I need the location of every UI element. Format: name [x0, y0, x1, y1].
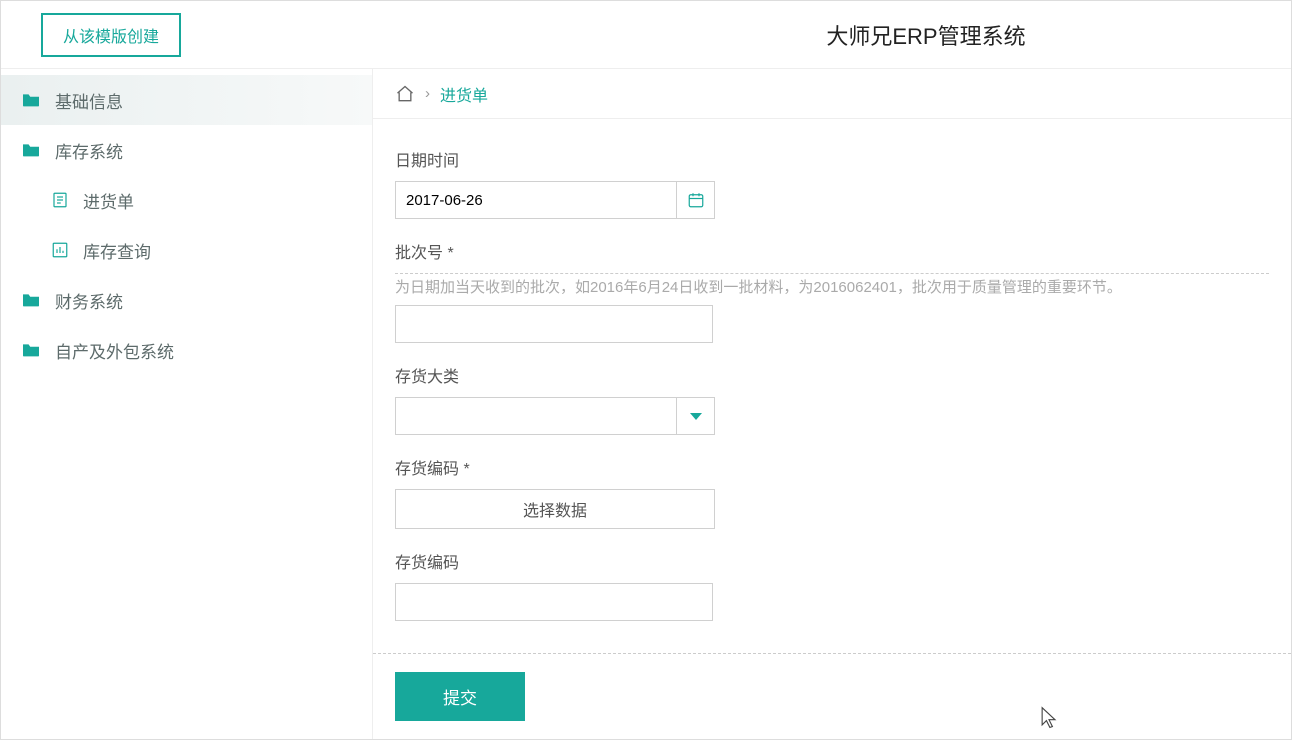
sidebar-item-label: 基础信息 [55, 88, 123, 113]
form-area: 日期时间 批次号 * 为日期加当天收到的批次，如2016年6月24日收到一批材料… [373, 119, 1291, 653]
chart-icon [51, 241, 69, 259]
sidebar-item-label: 库存系统 [55, 138, 123, 163]
sidebar-item-production-outsourcing[interactable]: 自产及外包系统 [1, 325, 372, 375]
sidebar-item-basic-info[interactable]: 基础信息 [1, 75, 372, 125]
create-from-template-button[interactable]: 从该模版创建 [41, 13, 181, 57]
sidebar: 基础信息 库存系统 进货单 库存查询 财务系统 自产及外包系统 [1, 69, 373, 739]
inventory-code2-label: 存货编码 [395, 549, 1269, 573]
sidebar-item-finance-system[interactable]: 财务系统 [1, 275, 372, 325]
calendar-icon [687, 191, 705, 209]
home-icon[interactable] [395, 84, 415, 104]
breadcrumb: › 进货单 [373, 69, 1291, 119]
category-select[interactable] [395, 397, 677, 435]
category-dropdown-toggle[interactable] [677, 397, 715, 435]
folder-icon [21, 142, 41, 158]
inventory-code-label: 存货编码 * [395, 455, 1269, 479]
folder-icon [21, 92, 41, 108]
batch-label: 批次号 * [395, 239, 1269, 263]
batch-help-text: 为日期加当天收到的批次，如2016年6月24日收到一批材料，为201606240… [395, 276, 1269, 297]
category-label: 存货大类 [395, 363, 1269, 387]
topbar: 从该模版创建 大师兄ERP管理系统 [1, 1, 1291, 69]
sidebar-item-purchase-order[interactable]: 进货单 [1, 175, 372, 225]
batch-input[interactable] [395, 305, 713, 343]
date-label: 日期时间 [395, 147, 1269, 171]
folder-icon [21, 292, 41, 308]
sidebar-item-label: 自产及外包系统 [55, 338, 174, 363]
inventory-code2-input[interactable] [395, 583, 713, 621]
sidebar-item-label: 库存查询 [83, 238, 151, 263]
sidebar-item-inventory-system[interactable]: 库存系统 [1, 125, 372, 175]
choose-data-button[interactable]: 选择数据 [395, 489, 715, 529]
sidebar-item-label: 进货单 [83, 188, 134, 213]
submit-bar: 提交 [373, 653, 1291, 739]
document-icon [51, 191, 69, 209]
sidebar-item-label: 财务系统 [55, 288, 123, 313]
divider [395, 273, 1269, 274]
submit-button[interactable]: 提交 [395, 672, 525, 721]
breadcrumb-current: 进货单 [440, 82, 488, 106]
chevron-down-icon [690, 413, 702, 420]
sidebar-item-inventory-query[interactable]: 库存查询 [1, 225, 372, 275]
calendar-button[interactable] [677, 181, 715, 219]
breadcrumb-separator: › [425, 85, 430, 102]
folder-icon [21, 342, 41, 358]
app-title: 大师兄ERP管理系统 [826, 19, 1025, 51]
date-input[interactable] [395, 181, 677, 219]
